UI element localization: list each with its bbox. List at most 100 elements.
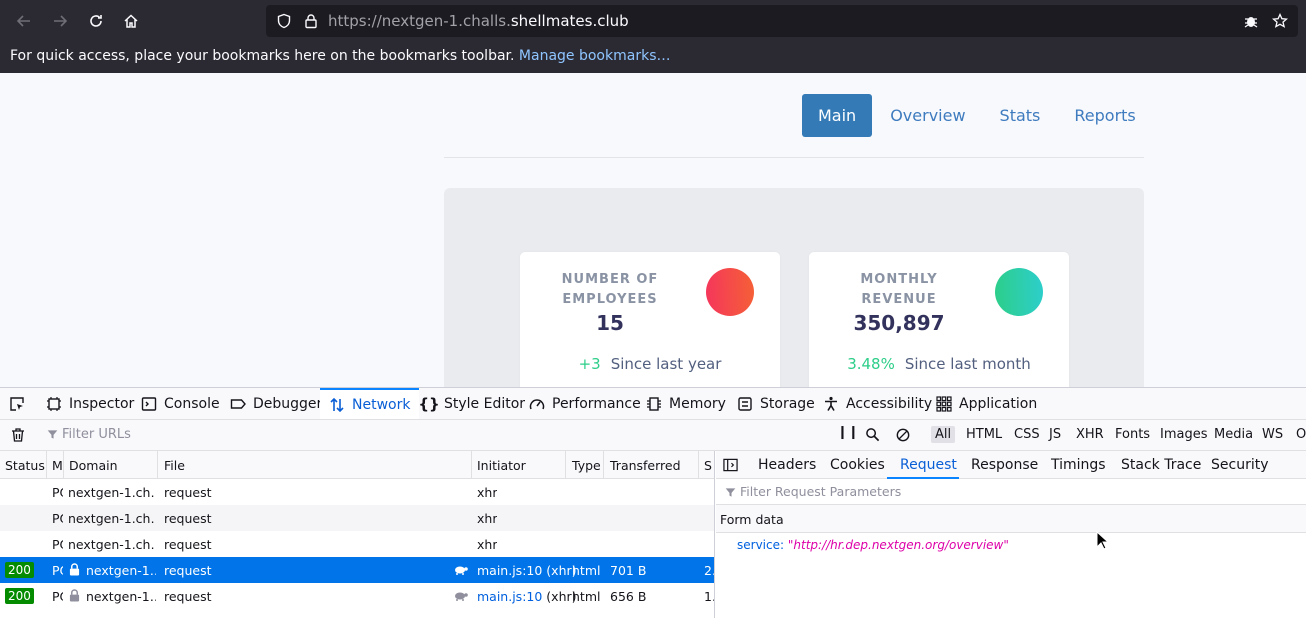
filter-js[interactable]: JS	[1045, 426, 1065, 443]
debugger-icon	[230, 396, 246, 412]
filter-ws[interactable]: WS	[1258, 426, 1287, 443]
url-text[interactable]: https://nextgen-1.challs.shellmates.club	[328, 12, 629, 30]
col-domain[interactable]: Domain	[69, 458, 118, 473]
row-initiator: xhr	[477, 511, 498, 526]
col-size[interactable]: S	[704, 458, 712, 473]
form-data-row[interactable]: service: "http://hr.dep.nextgen.org/over…	[737, 538, 1009, 552]
params-filter[interactable]: Filter Request Parameters	[716, 479, 1306, 505]
reload-button[interactable]	[84, 9, 108, 33]
trash-icon[interactable]	[10, 427, 26, 443]
filter-all[interactable]: All	[931, 426, 956, 443]
row-file: request	[164, 563, 212, 578]
star-icon[interactable]	[1272, 13, 1288, 29]
page-nav: Main Overview Stats Reports	[802, 94, 1154, 137]
request-table: Status M Domain File Initiator Type Tran…	[0, 451, 715, 618]
col-method[interactable]: M	[52, 458, 63, 473]
tab-label: Inspector	[69, 395, 135, 412]
filter-other[interactable]: O	[1292, 426, 1306, 443]
back-button[interactable]	[12, 9, 36, 33]
tab-headers[interactable]: Headers	[758, 457, 816, 473]
grid-icon	[936, 395, 952, 412]
card-change: 3.48% Since last month	[809, 355, 1069, 373]
tab-console[interactable]: Console	[141, 388, 220, 419]
row-size: 1.	[704, 589, 714, 604]
row-file: request	[164, 589, 212, 604]
search-icon[interactable]	[865, 427, 880, 442]
filter-fonts[interactable]: Fonts	[1111, 426, 1154, 443]
tab-response[interactable]: Response	[971, 457, 1038, 473]
nav-main[interactable]: Main	[802, 94, 873, 137]
element-picker-button[interactable]	[9, 388, 32, 419]
table-header: Status M Domain File Initiator Type Tran…	[0, 451, 714, 479]
bookmarks-hint: For quick access, place your bookmarks h…	[10, 48, 515, 64]
devtools-tabbar: Inspector Console Debugger Network {} Sty…	[0, 388, 1306, 420]
col-file[interactable]: File	[164, 458, 185, 473]
col-transferred[interactable]: Transferred	[610, 458, 681, 473]
bug-icon[interactable]	[1243, 13, 1259, 29]
filter-css[interactable]: CSS	[1010, 426, 1044, 443]
tab-label: Memory	[669, 395, 726, 412]
filter-xhr[interactable]: XHR	[1072, 426, 1108, 443]
filter-urls-input[interactable]: Filter URLs	[62, 427, 131, 442]
tab-label: Style Editor	[444, 395, 526, 412]
tab-performance[interactable]: Performance	[529, 388, 641, 419]
row-method: PO	[52, 537, 63, 552]
chip-icon	[646, 396, 662, 412]
nav-reports[interactable]: Reports	[1058, 94, 1151, 137]
tab-stack-trace[interactable]: Stack Trace	[1121, 457, 1201, 473]
tab-style-editor[interactable]: {} Style Editor	[418, 388, 526, 419]
form-data-header[interactable]: Form data	[716, 505, 1306, 533]
status-badge: 200	[5, 588, 34, 604]
tab-cookies[interactable]: Cookies	[830, 457, 885, 473]
tab-storage[interactable]: Storage	[737, 388, 815, 419]
home-button[interactable]	[119, 9, 143, 33]
change-period: Since last year	[610, 355, 722, 373]
tab-label: Storage	[760, 395, 815, 412]
tab-debugger[interactable]: Debugger	[230, 388, 322, 419]
filter-html[interactable]: HTML	[962, 426, 1006, 443]
table-row[interactable]: PO nextgen-1.ch… request xhr	[0, 531, 714, 557]
url-bar[interactable]: https://nextgen-1.challs.shellmates.club	[266, 5, 1298, 37]
tab-request[interactable]: Request	[900, 457, 957, 473]
table-row[interactable]: PO nextgen-1.ch… request xhr	[0, 505, 714, 531]
table-row-selected[interactable]: 200 PO nextgen-1… request main.js:10 (xh…	[0, 557, 714, 583]
block-icon[interactable]	[896, 428, 910, 442]
tab-application[interactable]: Application	[936, 388, 1037, 419]
lock-icon[interactable]	[303, 13, 319, 29]
filter-images[interactable]: Images	[1156, 426, 1212, 443]
table-row[interactable]: PO nextgen-1.ch… request xhr	[0, 479, 714, 505]
url-domain: shellmates.club	[510, 12, 629, 30]
row-initiator: xhr	[477, 485, 498, 500]
col-initiator[interactable]: Initiator	[477, 458, 526, 473]
change-value: 3.48%	[847, 355, 895, 373]
card-icon-circle	[995, 268, 1043, 316]
forward-button[interactable]	[48, 9, 72, 33]
nav-stats[interactable]: Stats	[984, 94, 1057, 137]
tab-security[interactable]: Security	[1211, 457, 1269, 473]
inspector-icon	[46, 396, 62, 412]
tab-accessibility[interactable]: Accessibility	[823, 388, 932, 419]
tab-label: Application	[959, 395, 1038, 412]
row-domain: nextgen-1…	[86, 589, 156, 604]
initiator-link[interactable]: main.js:10	[477, 589, 542, 604]
manage-bookmarks-link[interactable]: Manage bookmarks…	[519, 48, 671, 64]
pause-icon[interactable]: ❙❙	[837, 425, 859, 440]
tab-network[interactable]: Network	[320, 388, 420, 419]
table-row[interactable]: 200 PO nextgen-1… request main.js:10 (xh…	[0, 583, 714, 609]
col-type[interactable]: Type	[572, 458, 601, 473]
tab-timings[interactable]: Timings	[1051, 457, 1106, 473]
initiator-link[interactable]: main.js:10	[477, 563, 542, 578]
tab-inspector[interactable]: Inspector	[46, 388, 134, 419]
sidebar-toggle-icon[interactable]	[723, 458, 738, 472]
home-icon	[124, 14, 138, 28]
tab-memory[interactable]: Memory	[646, 388, 726, 419]
turtle-icon	[455, 566, 468, 575]
params-filter-placeholder: Filter Request Parameters	[740, 484, 902, 499]
row-initiator: main.js:10 (xhr)	[477, 563, 577, 578]
shield-icon[interactable]	[276, 13, 292, 29]
filter-media[interactable]: Media	[1210, 426, 1257, 443]
nav-overview[interactable]: Overview	[874, 94, 981, 137]
col-status[interactable]: Status	[5, 458, 45, 473]
bookmarks-toolbar: For quick access, place your bookmarks h…	[0, 42, 1306, 73]
row-type: html	[572, 589, 601, 604]
